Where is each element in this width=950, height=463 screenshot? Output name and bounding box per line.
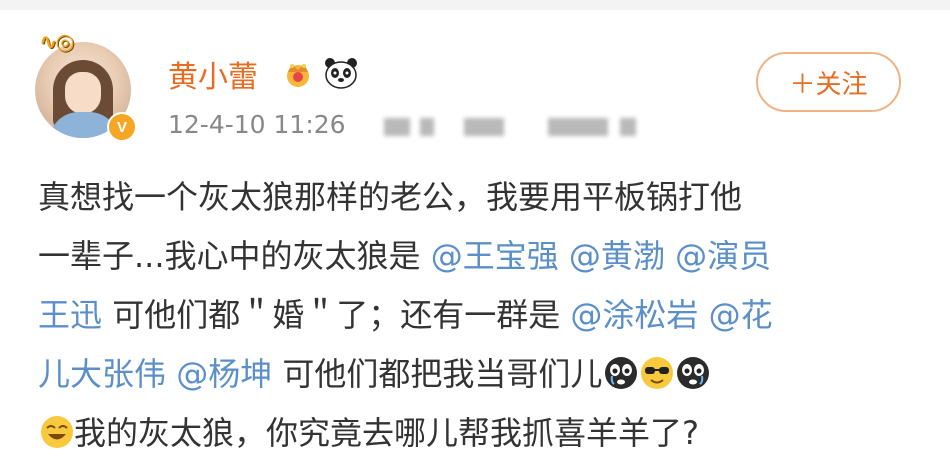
redacted-source-block (384, 118, 410, 136)
redacted-source-block (620, 118, 636, 136)
avatar-logo-icon: ∿◎ (39, 30, 75, 55)
avatar[interactable]: ∿◎ V (35, 30, 137, 142)
post-line-2: 一辈子...我心中的灰太狼是 @王宝强 @黄渤 @演员 (38, 237, 772, 275)
redacted-source-block (548, 118, 608, 136)
crying-face-emoji-icon (677, 357, 710, 389)
post-text: 真想找一个灰太狼那样的老公，我要用平板锅打他 一辈子...我心中的灰太狼是 @王… (38, 168, 928, 463)
redacted-source-block (420, 118, 434, 136)
mention-link[interactable]: 王迅 (38, 296, 102, 334)
follow-button[interactable]: ＋关注 (756, 52, 901, 112)
grinning-face-emoji-icon (41, 416, 73, 448)
post-line-1: 真想找一个灰太狼那样的老公，我要用平板锅打他 (38, 178, 743, 216)
mention-link[interactable]: @花 (709, 296, 773, 334)
mention-link[interactable]: @杨坤 (176, 355, 272, 393)
post-timestamp: 12-4-10 11:26 (168, 110, 346, 139)
mention-link[interactable]: @演员 (675, 237, 771, 275)
post-line-3: 王迅 可他们都＂婚＂了；还有一群是 @涂松岩 @花 (38, 296, 773, 334)
post-line-5: 我的灰太狼，你究竟去哪儿帮我抓喜羊羊了? (38, 404, 928, 463)
post-line-4: 儿大张伟 @杨坤 可他们都把我当哥们儿 (38, 345, 928, 404)
redacted-source-block (464, 118, 504, 136)
username[interactable]: 黄小蕾 (168, 52, 258, 96)
sunglasses-face-emoji-icon (641, 357, 674, 389)
mention-link[interactable]: @黄渤 (569, 237, 665, 275)
mention-link[interactable]: @涂松岩 (570, 296, 698, 334)
mention-link[interactable]: @王宝强 (431, 237, 559, 275)
mention-link[interactable]: 儿大张伟 (38, 355, 166, 393)
panda-icon (325, 58, 357, 89)
crying-face-emoji-icon (605, 357, 638, 389)
verified-badge-icon: V (107, 112, 137, 142)
crown-icon (287, 64, 309, 87)
top-divider (0, 0, 950, 10)
